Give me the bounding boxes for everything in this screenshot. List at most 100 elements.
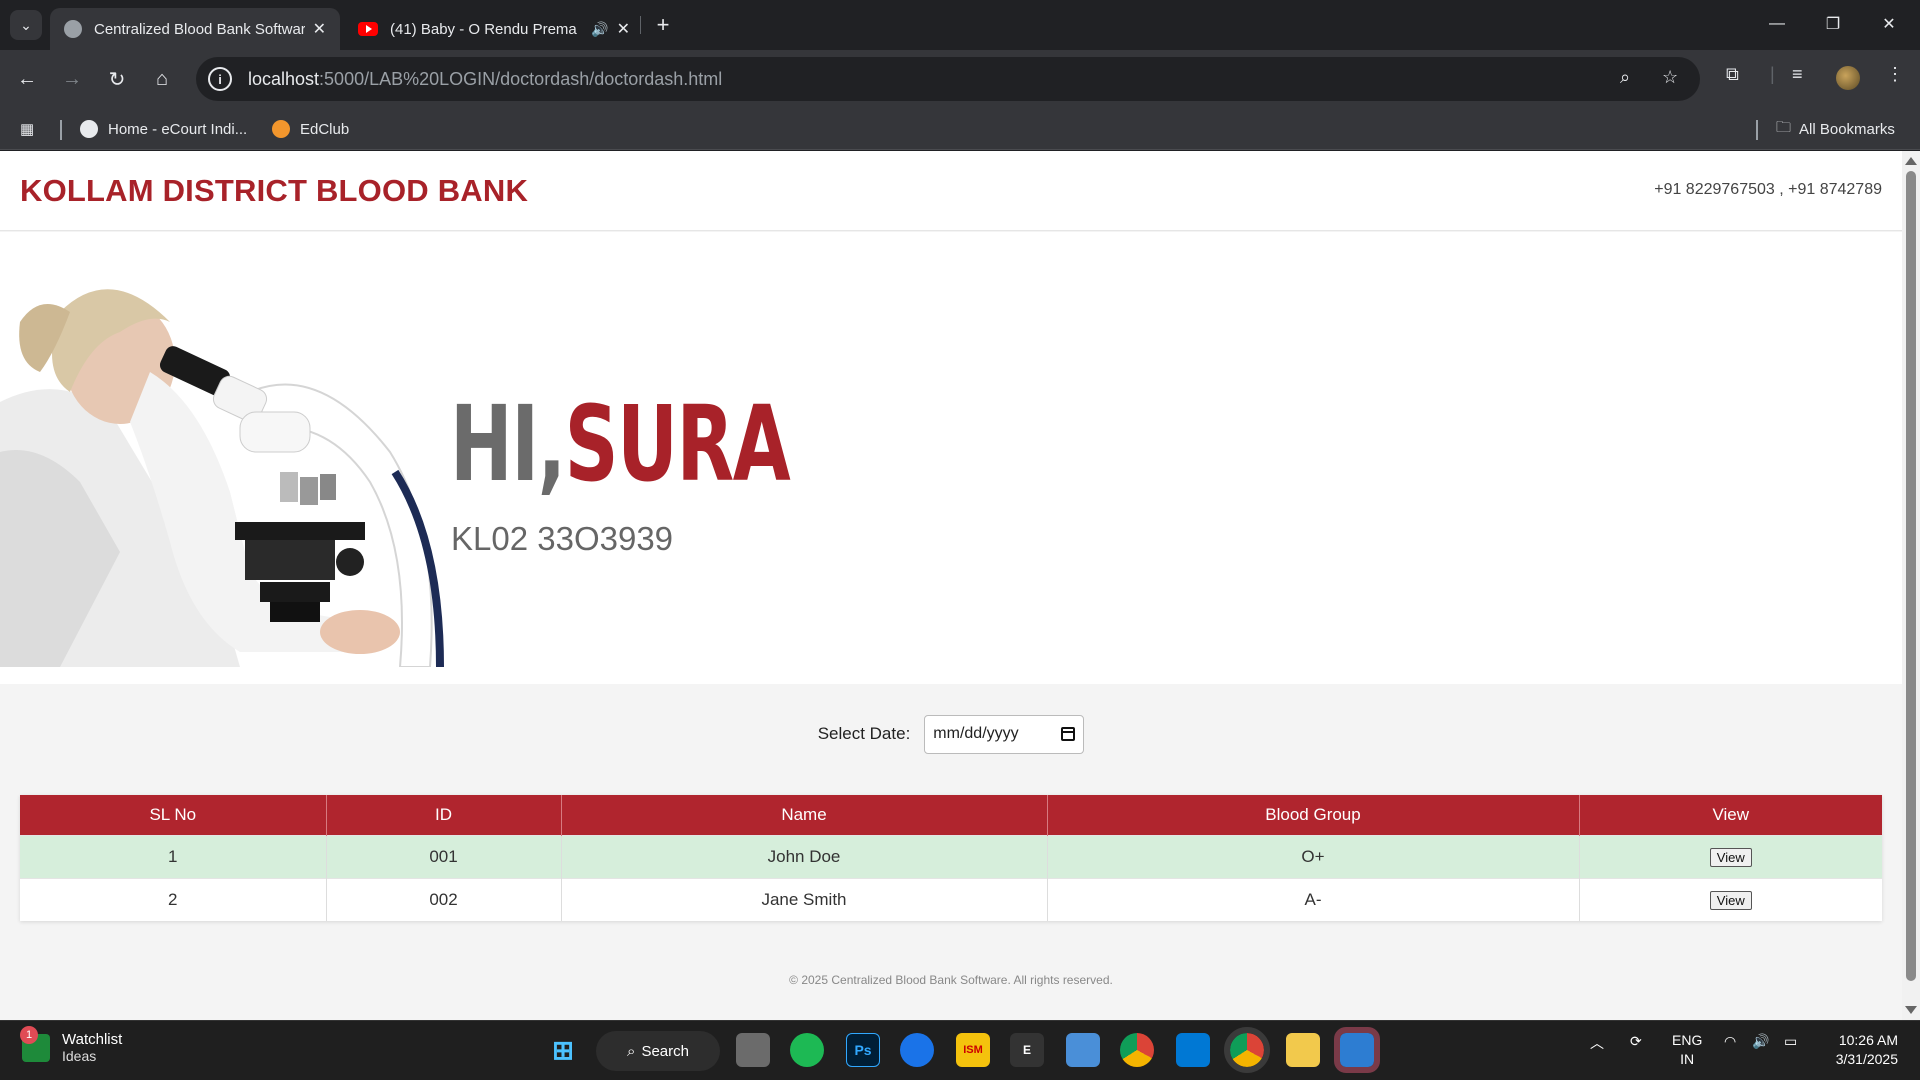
- view-button[interactable]: View: [1709, 890, 1752, 910]
- tab-title: (41) Baby - O Rendu Prema: [390, 20, 577, 38]
- battery-icon[interactable]: ▭: [1784, 1033, 1797, 1050]
- apps-grid-icon[interactable]: ▦: [20, 116, 34, 142]
- tab-close-icon[interactable]: ✕: [313, 19, 326, 39]
- menu-kebab-icon[interactable]: ⋮: [1886, 64, 1904, 85]
- scroll-up-arrow-icon[interactable]: [1905, 157, 1917, 165]
- cell-blood-group: A-: [1047, 877, 1580, 921]
- page-viewport: KOLLAM DISTRICT BLOOD BANK +91 822976750…: [0, 151, 1920, 1020]
- media-queue-icon[interactable]: ≡: [1792, 64, 1803, 85]
- url-text[interactable]: localhost:5000/LAB%20LOGIN/doctordash/do…: [248, 69, 722, 90]
- user-id-label: KL02 33O3939: [451, 520, 674, 557]
- file-explorer-icon[interactable]: [1286, 1033, 1320, 1067]
- bookmark-star-icon[interactable]: ☆: [1662, 67, 1678, 88]
- cell-sl-no: 2: [20, 877, 327, 921]
- contact-phone: +91 8229767503 , +91 8742789: [1654, 181, 1882, 198]
- notepad-icon[interactable]: [1066, 1033, 1100, 1067]
- browser-toolbar: ← → ↻ ⌂ i localhost:5000/LAB%20LOGIN/doc…: [0, 50, 1920, 108]
- sync-app-icon[interactable]: [900, 1033, 934, 1067]
- home-icon[interactable]: ⌂: [145, 62, 179, 96]
- toolbar-divider: |: [1770, 64, 1775, 84]
- photoshop-icon[interactable]: Ps: [846, 1033, 880, 1067]
- site-info-icon[interactable]: i: [208, 67, 232, 91]
- tray-overflow-chevron-icon[interactable]: ︿: [1590, 1033, 1604, 1053]
- extensions-icon[interactable]: ⧉: [1726, 64, 1739, 85]
- patients-table: SL No ID Name Blood Group View 1 001 Joh…: [20, 795, 1882, 921]
- calendar-icon[interactable]: [1061, 727, 1076, 741]
- taskbar-search[interactable]: ⌕ Search: [596, 1031, 720, 1071]
- scrollbar-thumb[interactable]: [1906, 171, 1916, 981]
- reload-icon[interactable]: ↻: [100, 62, 134, 96]
- language-indicator[interactable]: ENG IN: [1672, 1031, 1702, 1069]
- new-tab-plus-icon[interactable]: +: [650, 12, 676, 38]
- tab-blood-bank[interactable]: Centralized Blood Bank Softwar ✕: [50, 8, 340, 50]
- bookmark-divider: [1756, 120, 1758, 140]
- epic-games-icon[interactable]: E: [1010, 1033, 1044, 1067]
- minimize-icon[interactable]: —: [1754, 8, 1800, 40]
- lang-region: IN: [1680, 1051, 1695, 1067]
- greeting-heading: HI,SURA: [450, 392, 791, 496]
- tab-search-chevron-icon[interactable]: ⌄: [10, 10, 42, 40]
- date-input[interactable]: mm/dd/yyyy: [924, 714, 1085, 754]
- photos-app-icon[interactable]: [1334, 1027, 1380, 1073]
- search-icon: ⌕: [627, 1042, 636, 1060]
- cell-name: Jane Smith: [561, 877, 1048, 921]
- clock-date: 3/31/2025: [1835, 1051, 1898, 1067]
- watchlist-widget[interactable]: 1 Watchlist Ideas: [20, 1025, 122, 1064]
- tab-title: Centralized Blood Bank Softwar: [94, 20, 305, 38]
- wifi-icon[interactable]: ◠: [1724, 1033, 1736, 1050]
- bookmark-label: EdClub: [300, 120, 350, 138]
- all-bookmarks[interactable]: 🗀 All Bookmarks: [1776, 116, 1895, 142]
- globe-icon: [64, 20, 82, 38]
- forward-arrow-icon[interactable]: →: [55, 62, 89, 96]
- sync-status-icon[interactable]: ⟳: [1630, 1033, 1642, 1050]
- spotify-icon[interactable]: [790, 1033, 824, 1067]
- bookmark-edclub[interactable]: EdClub: [272, 116, 349, 142]
- col-header-id: ID: [326, 795, 562, 835]
- page-footer: © 2025 Centralized Blood Bank Software. …: [789, 973, 1113, 987]
- task-view-icon[interactable]: [736, 1033, 770, 1067]
- stock-chart-icon: 1: [20, 1025, 50, 1062]
- youtube-icon: [358, 22, 378, 36]
- chrome-profile-icon[interactable]: [1224, 1027, 1270, 1073]
- table-row: 2 002 Jane Smith A- View: [20, 877, 1882, 921]
- address-bar[interactable]: i localhost:5000/LAB%20LOGIN/doctordash/…: [196, 57, 1700, 101]
- scroll-down-arrow-icon[interactable]: [1905, 1006, 1917, 1014]
- tab-strip: ⌄ Centralized Blood Bank Softwar ✕ (41) …: [0, 0, 1920, 50]
- table-header-row: SL No ID Name Blood Group View: [20, 795, 1882, 835]
- url-path: :5000/LAB%20LOGIN/doctordash/doctordash.…: [319, 68, 723, 89]
- date-placeholder: mm/dd/yyyy: [933, 725, 1019, 742]
- view-button[interactable]: View: [1709, 847, 1752, 867]
- cell-id: 001: [326, 834, 562, 878]
- folder-icon: 🗀: [1776, 118, 1792, 136]
- volume-icon[interactable]: 🔊: [1752, 1033, 1769, 1050]
- chrome-icon[interactable]: [1120, 1033, 1154, 1067]
- clock-time: 10:26 AM: [1838, 1032, 1898, 1048]
- cell-sl-no: 1: [20, 834, 327, 878]
- scientist-microscope-illustration: [0, 289, 444, 667]
- page-scrollbar[interactable]: [1902, 151, 1920, 1020]
- greeting-prefix: HI,: [450, 383, 566, 505]
- back-arrow-icon[interactable]: ←: [10, 62, 44, 96]
- bookmark-label: Home - eCourt Indi...: [108, 120, 248, 138]
- bookmark-ecourt[interactable]: Home - eCourt Indi...: [80, 116, 247, 142]
- all-bookmarks-label: All Bookmarks: [1799, 120, 1895, 138]
- windows-start-icon[interactable]: ⊞: [546, 1033, 580, 1067]
- restore-icon[interactable]: ❐: [1810, 8, 1856, 40]
- lang-code: ENG: [1672, 1032, 1703, 1048]
- site-title: KOLLAM DISTRICT BLOOD BANK: [20, 173, 529, 208]
- windows-taskbar: 1 Watchlist Ideas ⊞ ⌕ Search Ps ISM E ︿ …: [0, 1020, 1920, 1080]
- system-clock[interactable]: 10:26 AM 3/31/2025: [1836, 1031, 1898, 1069]
- zoom-icon[interactable]: ⌕: [1620, 67, 1630, 88]
- edclub-icon: [272, 120, 290, 138]
- cell-id: 002: [326, 877, 562, 921]
- speaker-icon[interactable]: 🔊: [591, 21, 608, 38]
- vscode-icon[interactable]: [1176, 1033, 1210, 1067]
- tab-separator: [640, 16, 641, 34]
- close-window-icon[interactable]: ✕: [1866, 8, 1912, 40]
- profile-avatar[interactable]: [1836, 66, 1860, 90]
- globe-icon: [80, 120, 98, 138]
- cell-blood-group: O+: [1047, 834, 1580, 878]
- ism-app-icon[interactable]: ISM: [956, 1033, 990, 1067]
- tab-youtube[interactable]: (41) Baby - O Rendu Prema 🔊 ✕: [344, 8, 644, 50]
- tab-close-icon[interactable]: ✕: [617, 19, 630, 39]
